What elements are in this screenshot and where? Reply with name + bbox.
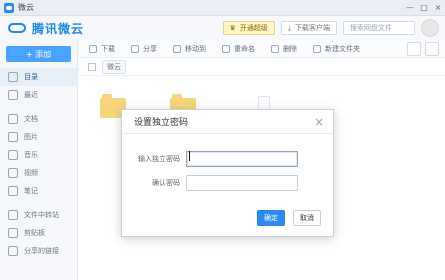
confirm-password-label: 确认密码 <box>152 179 180 187</box>
cancel-button[interactable]: 取消 <box>293 210 321 226</box>
app-window: 微云 — □ × 腾讯微云 ♛ 开通超级 ⤓ 下载客户端 搜索网盘文件 + 添加… <box>0 0 445 280</box>
dialog-title-bar: 设置独立密码 × <box>122 110 333 134</box>
text-cursor <box>189 151 190 161</box>
dialog-actions: 确定 取消 <box>257 210 321 226</box>
confirm-password-input[interactable] <box>186 175 298 191</box>
dialog-title: 设置独立密码 <box>134 118 189 128</box>
confirm-password-row: 确认密码 <box>122 175 335 191</box>
password-label: 输入独立密码 <box>138 155 180 163</box>
password-input[interactable] <box>186 151 298 167</box>
set-password-dialog: 设置独立密码 × 输入独立密码 确认密码 确定 取消 <box>121 109 334 237</box>
password-row: 输入独立密码 <box>122 151 335 167</box>
confirm-button[interactable]: 确定 <box>257 210 285 226</box>
close-icon[interactable]: × <box>309 112 329 132</box>
